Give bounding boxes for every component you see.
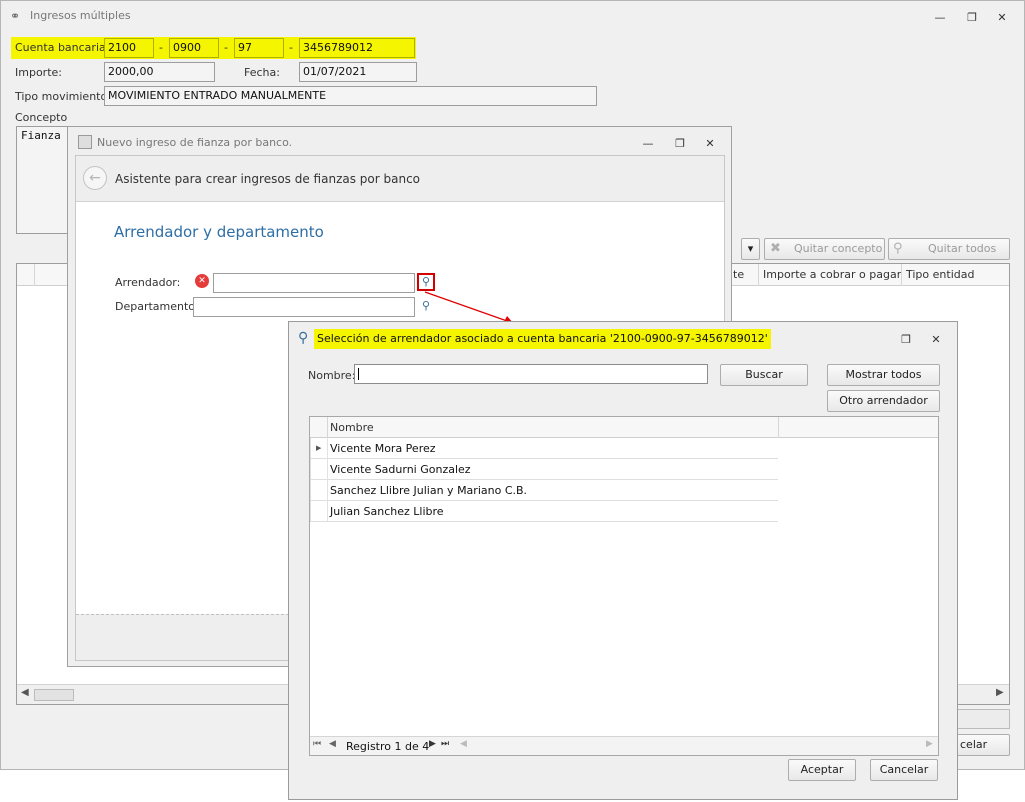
record-navigator: ⏮ ◀ Registro 1 de 4 ▶ ⏭ ◀ ▶: [310, 736, 938, 755]
minimize-icon[interactable]: —: [641, 137, 655, 151]
table-row[interactable]: Vicente Sadurni Gonzalez: [310, 459, 778, 480]
landlord-name: Vicente Sadurni Gonzalez: [330, 463, 471, 476]
remove-all-label: Quitar todos: [928, 242, 997, 255]
close-icon[interactable]: ✕: [995, 11, 1009, 25]
landlord-name: Sanchez Llibre Julian y Mariano C.B.: [330, 484, 528, 497]
landlord-grid-header: [310, 417, 938, 438]
footer-field: [956, 709, 1010, 729]
table-row[interactable]: ▶ Vicente Mora Perez: [310, 438, 778, 459]
landlord-name: Vicente Mora Perez: [330, 442, 436, 455]
date-field[interactable]: 01/07/2021: [299, 62, 417, 82]
scroll-left-icon[interactable]: ◀: [21, 687, 29, 698]
account-separator: -: [289, 41, 293, 54]
close-icon[interactable]: ✕: [703, 137, 717, 151]
account-separator: -: [159, 41, 163, 54]
movement-label: Tipo movimiento:: [15, 90, 111, 103]
row-pointer-icon: ▶: [316, 444, 322, 452]
table-row[interactable]: Sanchez Llibre Julian y Mariano C.B.: [310, 480, 778, 501]
date-label: Fecha:: [244, 66, 280, 79]
link-icon: ⚭: [10, 9, 21, 23]
remove-all-button[interactable]: ⚲ Quitar todos: [888, 238, 1010, 260]
account-label: Cuenta bancaria:: [15, 41, 110, 54]
cancel-button[interactable]: Cancelar: [870, 759, 938, 781]
minimize-icon[interactable]: —: [933, 11, 947, 25]
table-row[interactable]: Julian Sanchez Llibre: [310, 501, 778, 522]
main-cancel-button[interactable]: celar: [956, 734, 1010, 756]
account-number-field[interactable]: 3456789012: [299, 38, 415, 58]
name-input[interactable]: [354, 364, 708, 384]
department-lookup-button[interactable]: ⚲: [417, 297, 435, 315]
scroll-right-icon[interactable]: ▶: [996, 687, 1004, 698]
name-label: Nombre:: [308, 369, 356, 382]
wizard-header: ← Asistente para crear ingresos de fianz…: [76, 156, 724, 202]
account-dc-field[interactable]: 97: [234, 38, 284, 58]
remove-concept-label: Quitar concepto: [794, 242, 883, 255]
accept-button[interactable]: Aceptar: [788, 759, 856, 781]
wizard-title-bar: Nuevo ingreso de fianza por banco. — ❐ ✕: [68, 127, 731, 157]
department-label: Departamento:: [115, 300, 199, 313]
landlord-grid[interactable]: Nombre ▶ Vicente Mora Perez Vicente Sadu…: [309, 416, 939, 756]
selection-dialog: ⚲ Selección de arrendador asociado a cue…: [288, 321, 958, 800]
magnifier-icon: ⚲: [298, 330, 309, 346]
magnifier-icon: ⚲: [421, 275, 431, 288]
first-record-icon[interactable]: ⏮: [313, 739, 321, 749]
record-text: Registro 1 de 4: [346, 740, 430, 753]
restore-icon[interactable]: ❐: [899, 333, 913, 347]
scroll-thumb[interactable]: [34, 689, 74, 701]
broom-icon: ⚲: [893, 241, 903, 256]
dropdown-button[interactable]: ▾: [741, 238, 760, 260]
landlord-lookup-button[interactable]: ⚲: [417, 273, 435, 291]
landlord-name: Julian Sanchez Llibre: [330, 505, 444, 518]
department-input[interactable]: [193, 297, 415, 317]
close-icon[interactable]: ✕: [929, 333, 943, 347]
remove-concept-button[interactable]: ✖ Quitar concepto: [764, 238, 885, 260]
grid-col-entity: Tipo entidad: [906, 268, 975, 281]
amount-field[interactable]: 2000,00: [104, 62, 215, 82]
wizard-header-text: Asistente para crear ingresos de fianzas…: [115, 172, 421, 186]
error-icon: ✕: [195, 274, 209, 288]
dialog-title-bar: ⚲ Selección de arrendador asociado a cue…: [289, 322, 957, 356]
concept-label: Concepto: [15, 111, 68, 124]
wizard-section-title: Arrendador y departamento: [114, 223, 324, 241]
x-icon: ✖: [770, 241, 781, 256]
show-all-button[interactable]: Mostrar todos: [827, 364, 940, 386]
grid-col-partial: te: [733, 268, 745, 281]
magnifier-icon: ⚲: [421, 299, 431, 312]
account-branch-field[interactable]: 0900: [169, 38, 219, 58]
text-cursor: [358, 368, 359, 380]
next-record-icon[interactable]: ▶: [429, 739, 436, 749]
landlord-label: Arrendador:: [115, 276, 181, 289]
concept-text: Fianza: [21, 129, 61, 142]
account-separator: -: [224, 41, 228, 54]
grid-col-amount: Importe a cobrar o pagar: [763, 268, 902, 281]
scroll-right-icon[interactable]: ▶: [926, 739, 933, 749]
main-title-bar: ⚭ Ingresos múltiples — ❐ ✕: [1, 1, 1024, 31]
back-arrow-icon[interactable]: ←: [83, 166, 107, 190]
scroll-left-icon[interactable]: ◀: [460, 739, 467, 749]
column-name-header[interactable]: Nombre: [330, 421, 374, 434]
wizard-window-icon: [78, 135, 92, 149]
movement-field[interactable]: MOVIMIENTO ENTRADO MANUALMENTE: [104, 86, 597, 106]
restore-icon[interactable]: ❐: [965, 11, 979, 25]
main-title: Ingresos múltiples: [30, 9, 131, 22]
amount-label: Importe:: [15, 66, 62, 79]
restore-icon[interactable]: ❐: [673, 137, 687, 151]
dialog-title: Selección de arrendador asociado a cuent…: [314, 329, 771, 349]
wizard-title: Nuevo ingreso de fianza por banco.: [97, 136, 293, 149]
main-cancel-label: celar: [960, 738, 988, 751]
last-record-icon[interactable]: ⏭: [441, 739, 449, 749]
landlord-input[interactable]: [213, 273, 415, 293]
account-bank-field[interactable]: 2100: [104, 38, 154, 58]
prev-record-icon[interactable]: ◀: [329, 739, 336, 749]
search-button[interactable]: Buscar: [720, 364, 808, 386]
other-landlord-button[interactable]: Otro arrendador: [827, 390, 940, 412]
